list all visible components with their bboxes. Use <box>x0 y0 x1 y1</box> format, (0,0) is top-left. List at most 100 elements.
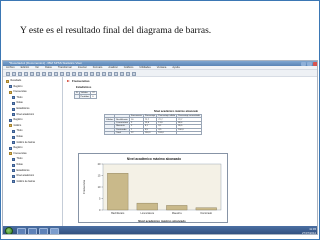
stats-title: Estadísticos <box>76 86 92 89</box>
nav-tree-label: Gráfico <box>13 123 22 127</box>
nav-tree-item[interactable]: Registro <box>9 146 22 150</box>
menu-item[interactable]: Utilidades <box>139 66 150 69</box>
nav-tree-item[interactable]: Frecuencias <box>9 152 27 156</box>
output-navigator: Resultado Registro Frecuencias Título Notas E… <box>3 77 63 226</box>
minimize-icon[interactable] <box>301 61 306 66</box>
toolbar-button-icon[interactable] <box>36 71 40 76</box>
toolbar-button-icon[interactable] <box>66 71 70 76</box>
x-tick-label: Bachillerato <box>111 212 125 215</box>
table-cell <box>176 130 202 136</box>
bar <box>136 202 158 211</box>
taskbar-app-media[interactable] <box>39 227 48 234</box>
toolbar-button-icon[interactable] <box>102 71 106 76</box>
nav-tree-label: Registro <box>13 118 23 122</box>
bar-chart[interactable]: Nivel académico máximo alcanzado 0 5 10 15 20… <box>78 153 228 223</box>
bar <box>107 173 129 211</box>
nav-tree-item[interactable]: Nivel académico <box>12 174 34 178</box>
toolbar-button-icon[interactable] <box>18 71 22 76</box>
close-icon[interactable] <box>313 61 317 66</box>
bar <box>195 207 217 211</box>
toolbar-button-icon[interactable] <box>126 71 130 76</box>
menu-item[interactable]: Edición <box>21 66 30 69</box>
toolbar-button-icon[interactable] <box>48 71 52 76</box>
table-cell: 100,0 <box>142 130 158 136</box>
nav-tree-item[interactable]: Notas <box>12 135 23 139</box>
table-icon <box>12 174 15 178</box>
slide-caption: Y este es el resultado final del diagram… <box>20 26 212 36</box>
frequency-table-title: Nivel académico máximo alcanzado <box>154 110 199 113</box>
maximize-icon[interactable] <box>307 61 312 66</box>
toolbar-button-icon[interactable] <box>132 71 136 76</box>
table-cell: 0 <box>90 94 97 99</box>
toolbar-button-icon[interactable] <box>90 71 94 76</box>
menu-item[interactable]: Ventana <box>157 66 167 69</box>
menu-item[interactable]: Formato <box>93 66 103 69</box>
x-axis-label: Nivel académico máximo alcanzado <box>138 219 186 223</box>
toolbar-button-icon[interactable] <box>12 71 16 76</box>
toolbar <box>3 70 317 77</box>
frequency-table: Frecuencia Porcentaje Porcentaje válido Por… <box>103 113 202 136</box>
toolbar-button-icon[interactable] <box>60 71 64 76</box>
toolbar-button-icon[interactable] <box>108 71 112 76</box>
nav-tree-item[interactable]: Gráfico de barras <box>12 180 35 184</box>
nav-tree-label: Frecuencias <box>13 151 27 155</box>
nav-tree-item[interactable]: Estadísticos <box>12 169 29 173</box>
menu-item[interactable]: Analizar <box>108 66 117 69</box>
nav-tree-label: Título <box>16 157 23 161</box>
x-tick-label: Maestría <box>172 212 182 215</box>
nav-tree-item[interactable]: Gráfico de barras <box>12 141 35 145</box>
toolbar-button-icon[interactable] <box>54 71 58 76</box>
nav-tree-item[interactable]: Título <box>12 96 22 100</box>
nav-tree-item[interactable]: Registro <box>9 118 22 122</box>
toolbar-button-icon[interactable] <box>96 71 100 76</box>
book-icon <box>6 79 9 83</box>
toolbar-button-icon[interactable] <box>24 71 28 76</box>
nav-tree-item[interactable]: Notas <box>12 163 23 167</box>
taskbar-app-spss[interactable] <box>50 227 59 234</box>
menu-item[interactable]: Archivo <box>6 66 15 69</box>
menu-item[interactable]: Datos <box>45 66 52 69</box>
table-row: Perdidos 0 <box>74 94 97 99</box>
y-axis-label: Frecuencia <box>82 180 86 194</box>
nav-tree-item[interactable]: Gráfico <box>9 124 21 128</box>
toolbar-button-icon[interactable] <box>78 71 82 76</box>
system-tray-clock[interactable]: 11:45 27/07/2012 <box>302 227 316 234</box>
start-button[interactable] <box>5 227 13 234</box>
bar <box>166 205 188 211</box>
nav-tree-item[interactable]: Estadísticos <box>12 107 29 111</box>
book-icon <box>9 90 12 94</box>
menu-item[interactable]: Ver <box>35 66 39 69</box>
toolbar-button-icon[interactable] <box>72 71 76 76</box>
nav-tree-item[interactable]: Título <box>12 129 22 133</box>
table-cell: 22 <box>128 130 144 136</box>
spss-viewer-window: *Resultado1 [Documento1] - IBM SPSS Stat… <box>2 60 318 235</box>
chart-title: Nivel académico máximo alcanzado <box>127 157 181 161</box>
output-heading: Frecuencias <box>67 79 90 83</box>
log-icon <box>9 85 12 89</box>
y-tick-label: 15 <box>98 174 101 178</box>
toolbar-button-icon[interactable] <box>84 71 88 76</box>
menu-item[interactable]: Ayuda <box>172 66 179 69</box>
taskbar-app-explorer[interactable] <box>17 227 26 234</box>
menu-item[interactable]: Insertar <box>78 66 87 69</box>
nav-tree-item[interactable]: Registro <box>9 85 22 89</box>
table-row: Total 22 100,0 100,0 <box>103 130 202 136</box>
menu-item[interactable]: Transformar <box>58 66 72 69</box>
toolbar-button-icon[interactable] <box>120 71 124 76</box>
toolbar-button-icon[interactable] <box>6 71 10 76</box>
nav-tree-item[interactable]: Resultado <box>6 79 21 83</box>
nav-tree-item[interactable]: Título <box>12 157 22 161</box>
nav-tree-label: Gráfico de barras <box>16 179 35 183</box>
nav-tree-item[interactable]: Notas <box>12 101 23 105</box>
slide-left-accent <box>0 0 1 240</box>
toolbar-button-icon[interactable] <box>42 71 46 76</box>
taskbar-app-browser[interactable] <box>28 227 37 234</box>
notes-icon <box>12 135 15 139</box>
toolbar-button-icon[interactable] <box>114 71 118 76</box>
nav-tree-label: Gráfico de barras <box>16 140 35 144</box>
nav-tree-item[interactable]: Frecuencias <box>9 90 27 94</box>
book-icon <box>9 124 12 128</box>
menu-item[interactable]: Gráficos <box>124 66 134 69</box>
toolbar-button-icon[interactable] <box>30 71 34 76</box>
nav-tree-item[interactable]: Nivel académico <box>12 113 34 117</box>
